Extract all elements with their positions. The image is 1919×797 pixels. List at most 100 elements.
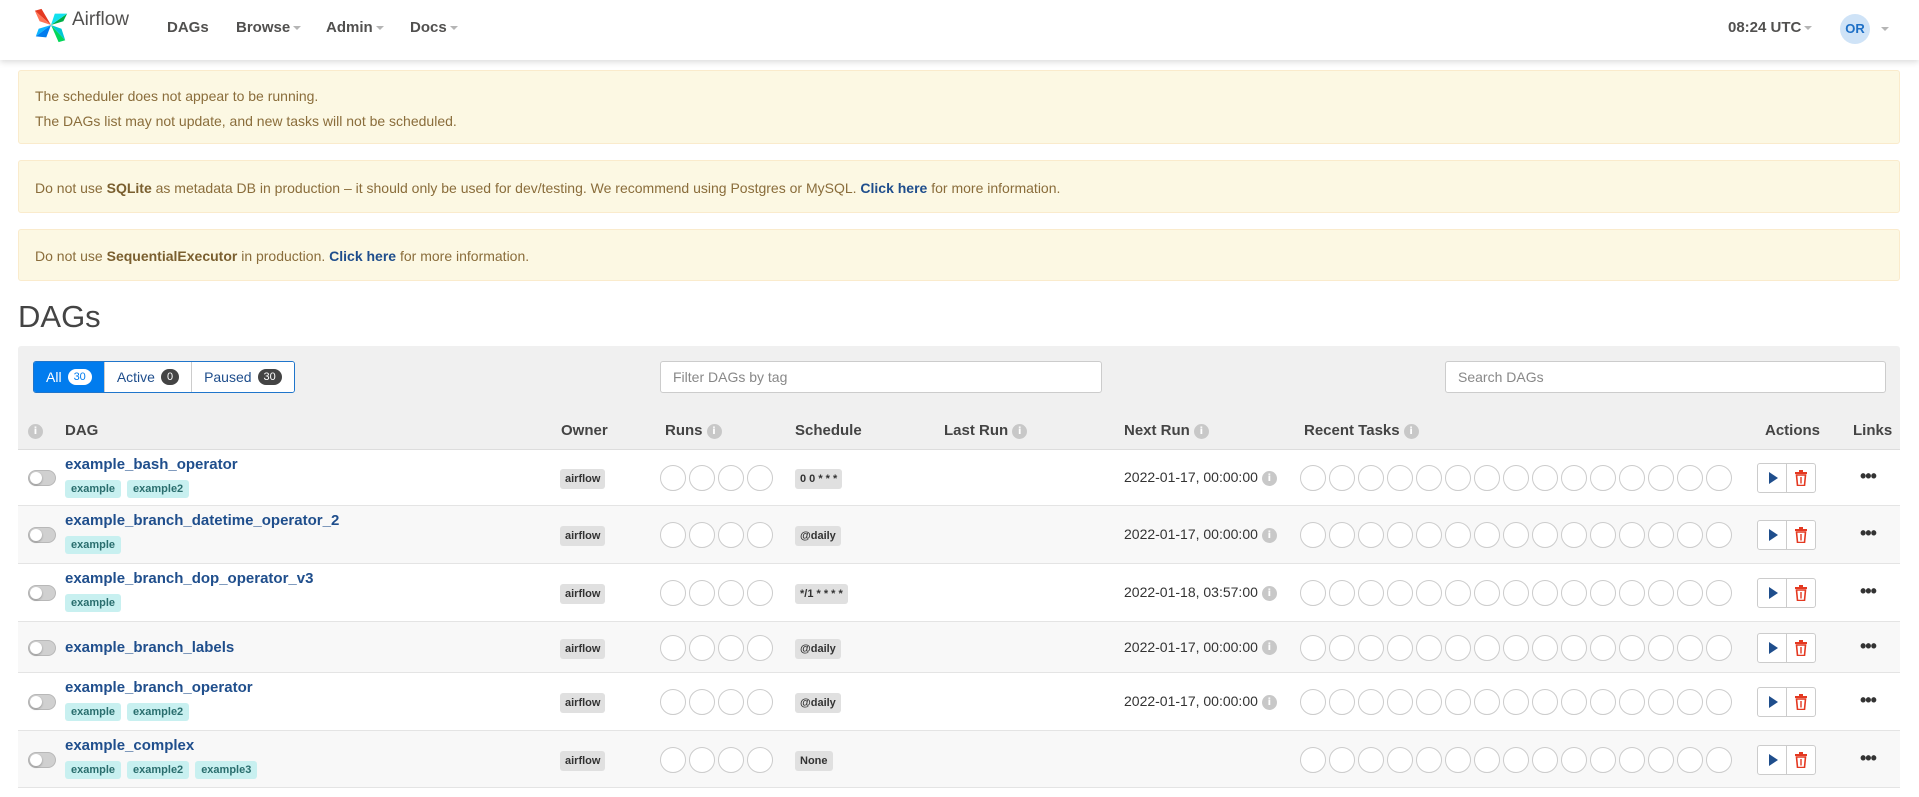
chevron-down-icon[interactable] xyxy=(1881,27,1889,31)
column-dag[interactable]: DAG xyxy=(65,422,98,439)
run-state-circle[interactable] xyxy=(747,465,773,491)
nav-docs[interactable]: Docs xyxy=(410,19,458,36)
links-menu-icon[interactable]: ••• xyxy=(1860,523,1877,544)
task-state-circle[interactable] xyxy=(1706,689,1732,715)
trigger-dag-button[interactable] xyxy=(1757,463,1787,493)
task-state-circle[interactable] xyxy=(1677,465,1703,491)
task-state-circle[interactable] xyxy=(1503,634,1529,661)
task-state-circle[interactable] xyxy=(1300,689,1326,715)
task-state-circle[interactable] xyxy=(1503,580,1529,606)
task-state-circle[interactable] xyxy=(1561,634,1587,661)
links-menu-icon[interactable]: ••• xyxy=(1860,748,1877,769)
owner-badge[interactable]: airflow xyxy=(560,469,606,489)
task-state-circle[interactable] xyxy=(1706,465,1732,491)
dag-tag[interactable]: example xyxy=(65,594,122,612)
delete-dag-button[interactable] xyxy=(1786,520,1816,550)
task-state-circle[interactable] xyxy=(1648,580,1674,606)
task-state-circle[interactable] xyxy=(1619,689,1645,715)
task-state-circle[interactable] xyxy=(1677,634,1703,661)
task-state-circle[interactable] xyxy=(1532,746,1558,773)
task-state-circle[interactable] xyxy=(1503,746,1529,773)
task-state-circle[interactable] xyxy=(1648,465,1674,491)
run-state-circle[interactable] xyxy=(718,634,744,661)
owner-badge[interactable]: airflow xyxy=(560,638,606,659)
task-state-circle[interactable] xyxy=(1387,580,1413,606)
task-state-circle[interactable] xyxy=(1503,689,1529,715)
task-state-circle[interactable] xyxy=(1445,689,1471,715)
task-state-circle[interactable] xyxy=(1532,580,1558,606)
delete-dag-button[interactable] xyxy=(1786,744,1816,775)
task-state-circle[interactable] xyxy=(1706,634,1732,661)
task-state-circle[interactable] xyxy=(1706,580,1732,606)
task-state-circle[interactable] xyxy=(1300,580,1326,606)
run-state-circle[interactable] xyxy=(718,746,744,773)
task-state-circle[interactable] xyxy=(1329,465,1355,491)
owner-badge[interactable]: airflow xyxy=(560,584,606,604)
pause-toggle[interactable] xyxy=(28,694,56,710)
run-state-circle[interactable] xyxy=(689,465,715,491)
task-state-circle[interactable] xyxy=(1387,522,1413,548)
links-menu-icon[interactable]: ••• xyxy=(1860,581,1877,602)
run-state-circle[interactable] xyxy=(660,746,686,773)
task-state-circle[interactable] xyxy=(1445,580,1471,606)
info-icon[interactable]: i xyxy=(706,423,722,439)
filter-active-button[interactable]: Active 0 xyxy=(104,362,193,392)
task-state-circle[interactable] xyxy=(1619,746,1645,773)
run-state-circle[interactable] xyxy=(689,746,715,773)
column-owner[interactable]: Owner xyxy=(561,422,608,439)
owner-badge[interactable]: airflow xyxy=(560,526,606,546)
task-state-circle[interactable] xyxy=(1329,522,1355,548)
schedule-badge[interactable]: @daily xyxy=(795,526,841,546)
task-state-circle[interactable] xyxy=(1590,746,1616,773)
task-state-circle[interactable] xyxy=(1300,746,1326,773)
task-state-circle[interactable] xyxy=(1561,689,1587,715)
info-icon[interactable]: i xyxy=(1261,694,1277,710)
task-state-circle[interactable] xyxy=(1358,746,1384,773)
dag-tag[interactable]: example2 xyxy=(127,703,190,721)
column-last-run-label[interactable]: Last Run xyxy=(944,422,1008,439)
task-state-circle[interactable] xyxy=(1648,746,1674,773)
task-state-circle[interactable] xyxy=(1590,689,1616,715)
task-state-circle[interactable] xyxy=(1445,746,1471,773)
info-icon[interactable]: i xyxy=(1261,470,1277,486)
nav-browse[interactable]: Browse xyxy=(236,19,302,36)
task-state-circle[interactable] xyxy=(1503,465,1529,491)
task-state-circle[interactable] xyxy=(1329,580,1355,606)
run-state-circle[interactable] xyxy=(747,746,773,773)
task-state-circle[interactable] xyxy=(1474,580,1500,606)
dag-link[interactable]: example_branch_dop_operator_v3 xyxy=(65,570,313,587)
task-state-circle[interactable] xyxy=(1445,634,1471,661)
delete-dag-button[interactable] xyxy=(1786,463,1816,493)
dag-tag[interactable]: example3 xyxy=(195,761,258,779)
links-menu-icon[interactable]: ••• xyxy=(1860,690,1877,711)
links-menu-icon[interactable]: ••• xyxy=(1860,636,1877,657)
dag-tag[interactable]: example2 xyxy=(127,480,190,498)
dag-tag[interactable]: example2 xyxy=(127,761,190,779)
task-state-circle[interactable] xyxy=(1590,580,1616,606)
task-state-circle[interactable] xyxy=(1358,580,1384,606)
run-state-circle[interactable] xyxy=(718,522,744,548)
task-state-circle[interactable] xyxy=(1474,465,1500,491)
task-state-circle[interactable] xyxy=(1387,634,1413,661)
dag-link[interactable]: example_branch_datetime_operator_2 xyxy=(65,512,339,529)
task-state-circle[interactable] xyxy=(1532,689,1558,715)
task-state-circle[interactable] xyxy=(1648,689,1674,715)
task-state-circle[interactable] xyxy=(1300,465,1326,491)
filter-paused-button[interactable]: Paused 30 xyxy=(192,362,294,392)
schedule-badge[interactable]: 0 0 * * * xyxy=(795,469,843,489)
task-state-circle[interactable] xyxy=(1358,465,1384,491)
run-state-circle[interactable] xyxy=(660,465,686,491)
user-avatar[interactable]: OR xyxy=(1840,14,1870,44)
task-state-circle[interactable] xyxy=(1590,465,1616,491)
task-state-circle[interactable] xyxy=(1416,746,1442,773)
task-state-circle[interactable] xyxy=(1416,689,1442,715)
pause-toggle[interactable] xyxy=(28,751,56,768)
trigger-dag-button[interactable] xyxy=(1757,744,1787,775)
schedule-badge[interactable]: @daily xyxy=(795,638,841,659)
task-state-circle[interactable] xyxy=(1300,522,1326,548)
trigger-dag-button[interactable] xyxy=(1757,687,1787,717)
dag-tag[interactable]: example xyxy=(65,480,122,498)
run-state-circle[interactable] xyxy=(718,580,744,606)
task-state-circle[interactable] xyxy=(1619,465,1645,491)
filter-all-button[interactable]: All 30 xyxy=(34,362,105,392)
